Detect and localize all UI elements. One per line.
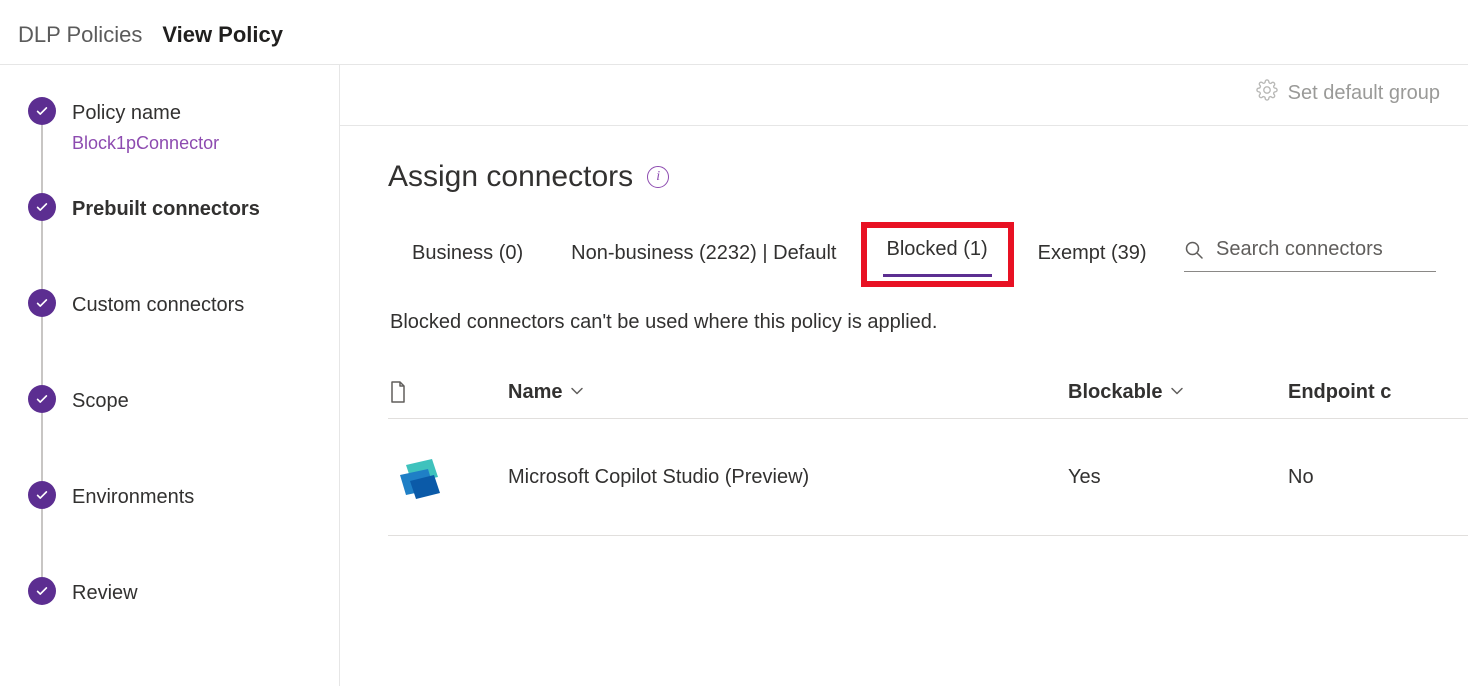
search-input[interactable]: [1216, 232, 1436, 271]
breadcrumb-parent[interactable]: DLP Policies: [18, 22, 142, 48]
breadcrumb: DLP Policies View Policy: [0, 0, 1468, 65]
set-default-group-label: Set default group: [1288, 82, 1440, 105]
tab-exempt[interactable]: Exempt (39): [1014, 228, 1171, 287]
step-label: Custom connectors: [72, 291, 315, 319]
connector-blockable: Yes: [1068, 466, 1288, 489]
search-icon: [1184, 240, 1204, 263]
step-label: Environments: [72, 483, 315, 511]
tab-business[interactable]: Business (0): [388, 228, 547, 287]
wizard-stepper: Policy name Block1pConnector Prebuilt co…: [0, 65, 340, 686]
connectors-table: Name Blockable Endpoint c: [388, 366, 1468, 536]
step-sublabel: Block1pConnector: [72, 133, 315, 154]
chevron-down-icon: [1170, 381, 1184, 404]
connector-tabs: Business (0) Non-business (2232) | Defau…: [388, 222, 1171, 287]
check-icon: [28, 97, 56, 125]
check-icon: [28, 385, 56, 413]
column-icon[interactable]: [388, 380, 508, 404]
step-custom-connectors[interactable]: Custom connectors: [28, 289, 315, 385]
check-icon: [28, 289, 56, 317]
column-blockable[interactable]: Blockable: [1068, 381, 1288, 404]
step-review[interactable]: Review: [28, 577, 315, 607]
section-title: Assign connectors i: [388, 160, 1468, 194]
step-label: Policy name: [72, 99, 315, 127]
tab-blocked[interactable]: Blocked (1): [861, 222, 1014, 287]
step-label: Review: [72, 579, 315, 607]
step-prebuilt-connectors[interactable]: Prebuilt connectors: [28, 193, 315, 289]
set-default-group-button[interactable]: Set default group: [1256, 79, 1440, 107]
connector-icon: [388, 445, 508, 509]
check-icon: [28, 193, 56, 221]
gear-icon: [1256, 79, 1278, 107]
chevron-down-icon: [570, 381, 584, 404]
check-icon: [28, 481, 56, 509]
table-row[interactable]: Microsoft Copilot Studio (Preview) Yes N…: [388, 419, 1468, 536]
connector-name: Microsoft Copilot Studio (Preview): [508, 466, 1068, 489]
breadcrumb-current: View Policy: [162, 22, 283, 48]
info-icon[interactable]: i: [647, 166, 669, 188]
step-scope[interactable]: Scope: [28, 385, 315, 481]
tab-nonbusiness[interactable]: Non-business (2232) | Default: [547, 228, 860, 287]
column-name[interactable]: Name: [508, 381, 1068, 404]
step-label: Scope: [72, 387, 315, 415]
tab-description: Blocked connectors can't be used where t…: [390, 311, 1468, 334]
check-icon: [28, 577, 56, 605]
connector-endpoint: No: [1288, 466, 1468, 489]
column-endpoint[interactable]: Endpoint c: [1288, 381, 1468, 404]
step-label: Prebuilt connectors: [72, 195, 315, 223]
step-environments[interactable]: Environments: [28, 481, 315, 577]
step-policy-name[interactable]: Policy name Block1pConnector: [28, 97, 315, 193]
search-connectors[interactable]: [1184, 232, 1436, 272]
